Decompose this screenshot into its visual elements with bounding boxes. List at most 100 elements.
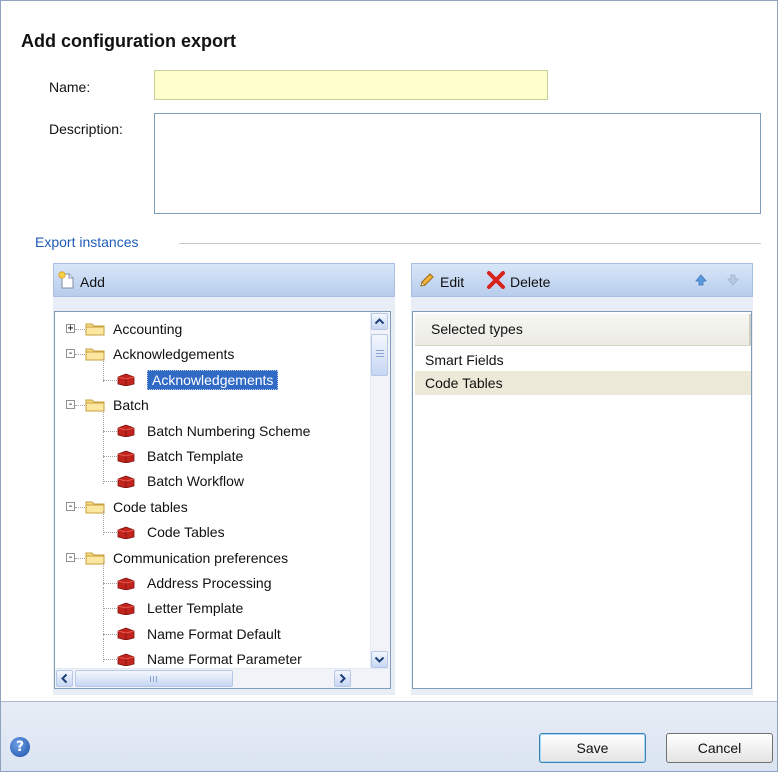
move-up-button[interactable] [694, 273, 708, 287]
tree-item-node[interactable]: Code Tables [117, 521, 225, 543]
tree-node-label: Batch Workflow [147, 473, 244, 490]
tree-connector [103, 633, 117, 635]
tree-connector [103, 379, 117, 381]
dialog-title: Add configuration export [21, 31, 236, 51]
red-box-icon [117, 653, 135, 667]
description-field[interactable] [154, 113, 761, 214]
collapse-icon[interactable]: - [66, 349, 75, 359]
tree-connector [103, 460, 104, 484]
red-box-icon [117, 450, 135, 463]
dialog-window: Add configuration export Name: Descripti… [0, 0, 778, 772]
tree-connector [103, 456, 117, 457]
tree-node-label: Batch Numbering Scheme [147, 422, 311, 439]
scroll-right-button[interactable] [334, 670, 351, 687]
edit-button-label: Edit [440, 273, 465, 290]
tree-folder-node[interactable]: - Communication preferences [66, 547, 288, 569]
left-toolbar: Add [53, 263, 395, 297]
cancel-button[interactable]: Cancel [666, 733, 773, 763]
tree-item-node[interactable]: Name Format Default [117, 623, 281, 645]
delete-button[interactable]: Delete [486, 271, 550, 292]
selected-types-header[interactable]: Selected types [415, 314, 751, 346]
tree-connector [75, 557, 85, 559]
red-box-icon [117, 475, 135, 489]
red-box-icon [117, 373, 135, 387]
folder-icon [85, 398, 105, 412]
tree-node-label: Batch Template [147, 448, 244, 464]
collapse-icon[interactable]: - [66, 552, 75, 562]
tree-node-label: Accounting [113, 321, 183, 337]
red-x-icon [486, 271, 506, 292]
scroll-thumb[interactable] [371, 334, 388, 376]
scroll-down-button[interactable] [371, 651, 388, 668]
chevron-up-icon [374, 318, 385, 325]
tree-item-node[interactable]: Name Format Parameter [117, 648, 302, 670]
tree-folder-node[interactable]: - Acknowledgements [66, 343, 234, 365]
list-item[interactable]: Code Tables [415, 371, 751, 395]
right-toolbar: Edit Delete [411, 263, 753, 297]
tree-view[interactable]: + Accounting - Acknowledgements Acknowledgem… [54, 311, 391, 689]
help-icon[interactable]: ? [10, 737, 30, 757]
tree-connector [103, 409, 104, 433]
tree-item-node[interactable]: Batch Workflow [117, 470, 244, 492]
tree-item-node[interactable]: Address Processing [117, 572, 272, 594]
chevron-right-icon [339, 673, 346, 684]
tree-connector [103, 435, 104, 459]
tree-item-node[interactable]: Acknowledgements [117, 369, 279, 391]
tree-node-label: Acknowledgements [147, 369, 279, 390]
tree-folder-node[interactable]: - Batch [66, 394, 149, 416]
tree-connector [103, 583, 117, 584]
tree-item-node[interactable]: Batch Numbering Scheme [117, 420, 310, 442]
chevron-left-icon [61, 673, 68, 684]
tree-connector [103, 659, 117, 661]
delete-button-label: Delete [510, 273, 551, 290]
tree-connector [103, 562, 104, 586]
name-field[interactable] [154, 70, 548, 100]
list-item[interactable]: Smart Fields [415, 348, 751, 372]
folder-icon [85, 347, 105, 361]
tree-node-label: Address Processing [147, 575, 272, 591]
expand-icon[interactable]: + [66, 324, 75, 334]
folder-icon [85, 500, 105, 514]
collapse-icon[interactable]: - [66, 501, 75, 511]
arrow-up-icon [695, 274, 707, 286]
red-box-icon [117, 526, 135, 540]
red-box-icon [117, 602, 135, 616]
edit-button[interactable]: Edit [418, 271, 464, 292]
vertical-scrollbar[interactable] [370, 312, 390, 669]
selected-types-column[interactable]: Selected types [415, 314, 751, 345]
collapse-icon[interactable]: - [66, 400, 75, 410]
tree-item-node[interactable]: Letter Template [117, 597, 243, 619]
horizontal-scroll-thumb[interactable] [75, 670, 233, 687]
tree-item-node[interactable]: Batch Template [117, 445, 243, 467]
scroll-left-button[interactable] [56, 670, 73, 687]
tree-folder-node[interactable]: + Accounting [66, 318, 183, 340]
tree-node-label: Code tables [113, 498, 188, 515]
selected-types-list[interactable]: Selected types Smart Fields Code Tables [412, 311, 752, 689]
tree-connector [103, 358, 104, 383]
pencil-icon [418, 271, 436, 292]
tree-folder-node[interactable]: - Code tables [66, 496, 188, 518]
new-document-icon [58, 271, 76, 292]
red-box-icon [117, 424, 135, 438]
name-label: Name: [49, 79, 91, 95]
move-down-button[interactable] [726, 273, 740, 287]
tree-connector [103, 430, 117, 432]
tree-connector [103, 481, 117, 483]
arrow-down-icon [727, 274, 739, 286]
add-button[interactable]: Add [58, 271, 105, 292]
tree-connector [103, 587, 104, 611]
red-box-icon [117, 627, 135, 641]
scroll-up-button[interactable] [371, 313, 388, 330]
tree-connector [75, 354, 85, 356]
save-button[interactable]: Save [539, 733, 646, 763]
tree-connector [103, 608, 117, 610]
tree-node-label: Name Format Parameter [147, 651, 302, 668]
tree-node-label: Code Tables [147, 524, 225, 541]
horizontal-scrollbar[interactable] [55, 668, 390, 688]
tree-connector [103, 612, 104, 637]
tree-node-label: Name Format Default [147, 625, 281, 642]
chevron-down-icon [374, 656, 385, 663]
tree-node-label: Batch [113, 397, 149, 414]
description-label: Description: [49, 121, 123, 137]
tree-connector [75, 506, 85, 508]
